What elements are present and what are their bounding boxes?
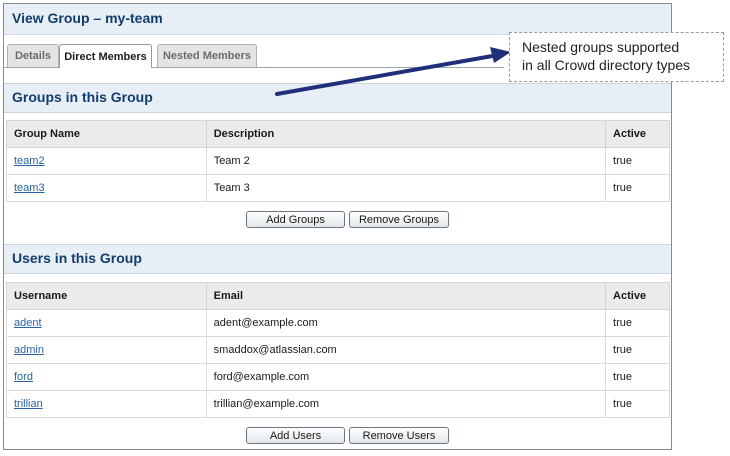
- callout-line-1: Nested groups supported: [522, 39, 680, 55]
- callout-arrow-head: [490, 47, 511, 63]
- callout-arrow-shaft: [275, 53, 500, 96]
- callout-line-2: in all Crowd directory types: [522, 57, 691, 73]
- callout-note: Nested groups supported in all Crowd dir…: [509, 32, 724, 82]
